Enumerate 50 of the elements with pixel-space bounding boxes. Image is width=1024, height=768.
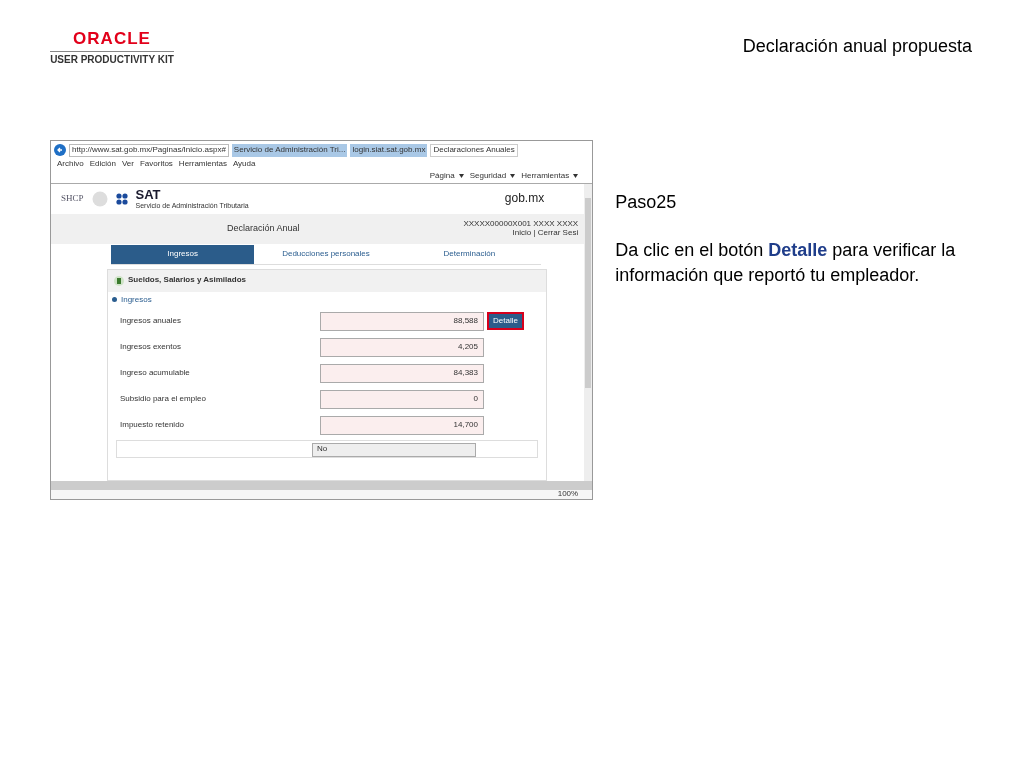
horizontal-scrollbar[interactable] [51,481,593,490]
caret-icon[interactable] [573,174,579,179]
toolbar-menu[interactable]: Página [429,171,455,181]
section-title: Sueldos, Salarios y Asimilados [128,276,246,285]
menu-item[interactable]: Herramientas [178,160,227,169]
page-heading: Declaración Anual [227,223,300,234]
menu-item[interactable]: Ver [121,160,134,169]
expand-icon[interactable] [112,297,117,303]
step-label: Paso25 [615,191,678,214]
field-label: Impuesto retenido [120,421,186,430]
menu-item[interactable]: Edición [89,160,116,169]
caret-icon[interactable] [510,174,516,179]
instruction-text: Da clic en el botón Detalle para verificar la información que reportó tu empleador. [615,239,957,287]
menu-item[interactable]: Favoritos [139,160,173,169]
logo-text: ORACLE [73,30,151,47]
menu-item[interactable]: Ayuda [232,160,256,169]
tab[interactable]: Ingresos [111,244,255,264]
field-label: Subsidio para el empleo [120,395,207,404]
group-title[interactable]: Ingresos [121,295,152,305]
browser-tab[interactable]: Declaraciones Anuales [430,143,518,157]
user-name: XXXXX00000X001 XXXX XXXX [463,219,579,229]
sat-logo-icon [115,192,128,205]
session-links[interactable]: Inicio | Cerrar Sesi [512,228,579,238]
input-field[interactable]: 84,383 [320,363,484,383]
input-field[interactable]: 14,700 [320,415,484,435]
field-label: Ingresos exentos [120,343,182,352]
brand-name: SAT [135,187,161,202]
money-icon [114,275,124,286]
browser-tab[interactable]: login.siat.sat.gob.mx [350,143,428,157]
logo-subtitle: USER PRODUCTIVITY KIT [50,51,174,65]
caret-icon[interactable] [458,174,464,179]
field-label: Ingreso acumulable [120,369,191,378]
zoom-level[interactable]: 100% [557,490,579,499]
select-field[interactable]: No [312,443,476,458]
gov-logo: gob.mx [504,192,545,206]
agency-logo: SHCP [61,193,84,204]
scrollbar[interactable] [584,183,593,481]
back-icon[interactable] [54,144,66,156]
toolbar-menu[interactable]: Herramientas [521,171,570,181]
address-bar[interactable]: http://www.sat.gob.mx/Paginas/Inicio.aspx# [69,143,229,157]
browser-tab[interactable]: Servicio de Administración Tri... [231,143,348,157]
seal-icon [91,190,108,207]
detail-button[interactable]: Detalle [487,312,524,331]
input-field[interactable]: 4,205 [320,337,484,357]
toolbar-menu[interactable]: Seguridad [469,171,507,181]
field-label: Ingresos anuales [120,317,182,326]
slide-title: Declaración anual propuesta [742,35,972,58]
input-field[interactable]: 88,588 [320,311,484,331]
input-field[interactable]: 0 [320,389,484,409]
menu-item[interactable]: Archivo [57,160,84,169]
